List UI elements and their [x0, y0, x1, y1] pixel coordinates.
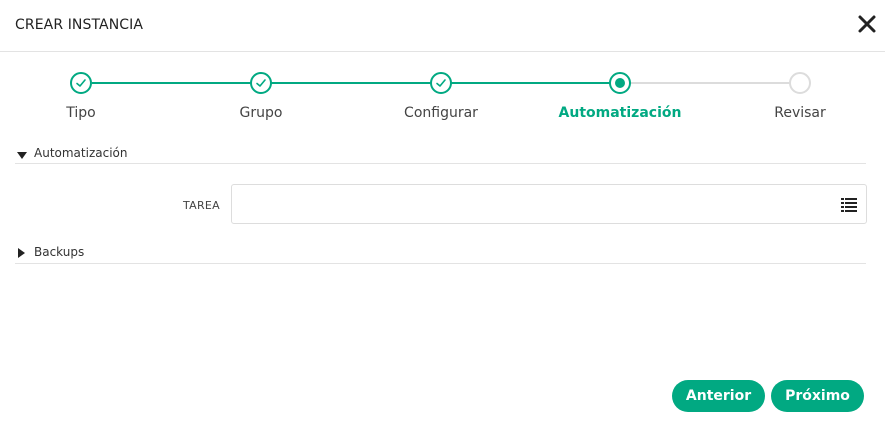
check-icon [256, 79, 266, 87]
section-automation-label: Automatización [34, 146, 128, 160]
step-grupo-label[interactable]: Grupo [191, 105, 331, 121]
check-icon [76, 79, 86, 87]
task-field-label: TAREA [182, 199, 220, 212]
dialog-title: CREAR INSTANCIA [15, 17, 144, 33]
close-icon[interactable] [856, 13, 878, 35]
step-tipo-indicator [70, 72, 92, 94]
check-icon [436, 79, 446, 87]
step-tipo-label[interactable]: Tipo [11, 105, 151, 121]
section-backups-header[interactable]: Backups [15, 245, 866, 264]
section-backups-label: Backups [34, 245, 85, 259]
stepper-progress-line [92, 82, 620, 84]
step-revisar-indicator [789, 72, 811, 94]
step-configurar-label[interactable]: Configurar [371, 105, 511, 121]
previous-button[interactable]: Anterior [672, 380, 765, 412]
step-configurar-indicator [430, 72, 452, 94]
next-button[interactable]: Próximo [771, 380, 864, 412]
task-input[interactable] [232, 185, 832, 223]
stepper-remaining-line [620, 82, 800, 84]
step-revisar-label[interactable]: Revisar [730, 105, 870, 121]
section-automation-header[interactable]: Automatización [15, 146, 866, 164]
caret-right-icon [18, 248, 25, 258]
step-grupo-indicator [250, 72, 272, 94]
list-icon[interactable] [841, 196, 857, 212]
wizard-stepper: Tipo Grupo Configurar Automatización Rev… [0, 60, 885, 130]
task-field [231, 184, 867, 224]
step-automatizacion-label[interactable]: Automatización [550, 105, 690, 121]
caret-down-icon [17, 152, 27, 159]
dialog-header: CREAR INSTANCIA [0, 0, 885, 52]
step-automatizacion-indicator [609, 72, 631, 94]
